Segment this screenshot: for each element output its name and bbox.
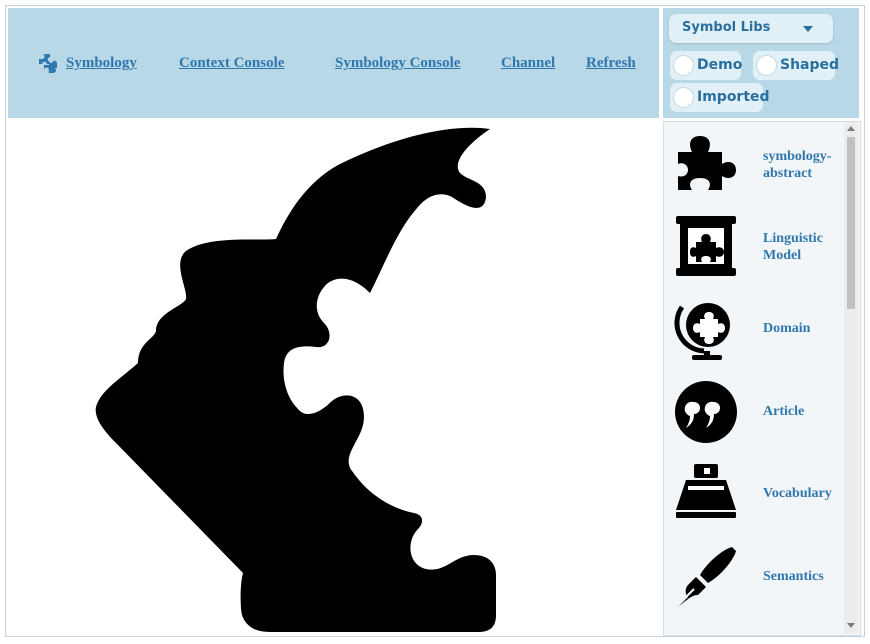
scroll-puzzle-icon <box>676 216 736 276</box>
scroll-up-arrow-icon[interactable] <box>847 126 855 131</box>
symbol-item-article[interactable]: Article <box>664 372 844 452</box>
symbol-item-label: Domain <box>763 321 811 336</box>
scroll-down-arrow-icon[interactable] <box>847 623 855 628</box>
chevron-down-icon <box>803 26 813 32</box>
face-puzzle-silhouette <box>95 127 497 632</box>
nav-link-refresh[interactable]: Refresh <box>586 55 636 72</box>
radio-demo-circle[interactable] <box>673 55 694 76</box>
symbol-item-vocabulary[interactable]: Vocabulary <box>664 454 844 534</box>
radio-demo[interactable]: Demo <box>670 51 743 80</box>
symbol-item-domain[interactable]: Domain <box>664 289 844 369</box>
symbol-libs-dropdown-label: Symbol Libs <box>682 20 771 35</box>
symbol-libs-dropdown[interactable]: Symbol Libs <box>669 14 833 43</box>
symbology-canvas[interactable] <box>8 121 659 633</box>
radio-shaped-label: Shaped <box>780 57 840 73</box>
radio-shaped[interactable]: Shaped <box>753 51 839 80</box>
symbol-item-label: symbology-abstract <box>763 149 832 181</box>
scrollbar-thumb[interactable] <box>847 137 855 309</box>
ink-stamp-icon <box>676 464 736 518</box>
globe-puzzle-icon <box>674 303 730 360</box>
symbol-item-label: Vocabulary <box>763 486 832 501</box>
nav-link-channel[interactable]: Channel <box>501 55 555 72</box>
nav-link-context-console[interactable]: Context Console <box>179 55 284 72</box>
radio-shaped-circle[interactable] <box>756 55 777 76</box>
symbol-item-linguistic-model[interactable]: Linguistic Model <box>664 206 844 286</box>
symbol-item-label: Article <box>763 404 805 419</box>
nav-link-symbology-console[interactable]: Symbology Console <box>335 55 460 72</box>
radio-imported-circle[interactable] <box>673 87 694 108</box>
radio-demo-label: Demo <box>697 57 743 73</box>
puzzle-piece-icon <box>678 136 736 190</box>
symbol-item-semantics[interactable]: Semantics <box>664 537 844 617</box>
symbology-logo-icon[interactable] <box>37 52 61 76</box>
nav-link-symbology[interactable]: Symbology <box>66 55 137 72</box>
symbol-item-label: Linguistic Model <box>763 231 823 263</box>
quote-icon <box>675 381 737 443</box>
radio-imported-label: Imported <box>697 89 770 105</box>
symbol-item-symbology-abstract[interactable]: symbology-abstract <box>664 122 844 202</box>
symbol-item-label: Semantics <box>763 569 824 584</box>
radio-imported[interactable]: Imported <box>670 83 770 112</box>
fountain-pen-icon <box>678 547 736 607</box>
